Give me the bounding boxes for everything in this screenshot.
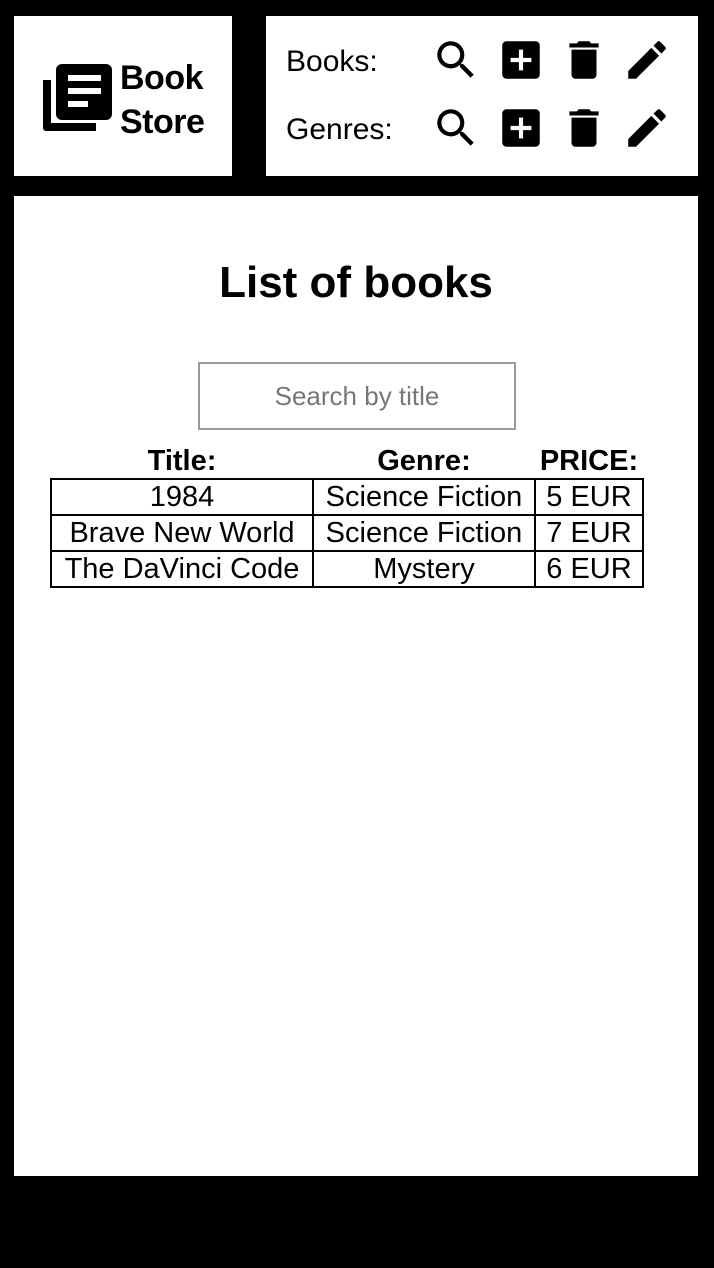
nav-label-books: Books: xyxy=(286,45,378,78)
cell-title: 1984 xyxy=(50,478,314,516)
search-books-icon[interactable] xyxy=(431,35,481,85)
logo-panel[interactable]: Book Store xyxy=(14,16,232,176)
cell-price: 5 EUR xyxy=(534,478,644,516)
app-name-line-2: Store xyxy=(120,103,205,141)
table-row[interactable]: 1984 Science Fiction 5 EUR xyxy=(50,478,644,516)
nav-row-genres: Genres: xyxy=(286,103,696,159)
cell-title: The DaVinci Code xyxy=(50,550,314,588)
delete-book-icon[interactable] xyxy=(559,35,609,85)
column-header-title: Title: xyxy=(147,445,217,477)
search-title-input[interactable] xyxy=(198,362,516,430)
cell-genre: Science Fiction xyxy=(312,478,536,516)
column-header-price: PRICE: xyxy=(539,445,639,477)
add-book-icon[interactable] xyxy=(496,35,546,85)
cell-price: 6 EUR xyxy=(534,550,644,588)
table-row[interactable]: The DaVinci Code Mystery 6 EUR xyxy=(50,550,644,588)
table-row[interactable]: Brave New World Science Fiction 7 EUR xyxy=(50,514,644,552)
page-title: List of books xyxy=(219,258,493,307)
library-books-icon xyxy=(43,64,112,131)
cell-genre: Science Fiction xyxy=(312,514,536,552)
edit-genre-icon[interactable] xyxy=(622,103,672,153)
cell-price: 7 EUR xyxy=(534,514,644,552)
nav-panel: Books: Genres: xyxy=(266,16,698,176)
nav-label-genres: Genres: xyxy=(286,113,393,146)
app-name-line-1: Book xyxy=(120,59,204,97)
nav-row-books: Books: xyxy=(286,35,696,91)
app-name: Book Store xyxy=(120,56,205,144)
main-panel: List of books Title: Genre: PRICE: 1984 … xyxy=(14,196,698,1176)
table-header-row: Title: Genre: PRICE: xyxy=(51,444,643,479)
search-genres-icon[interactable] xyxy=(431,103,481,153)
cell-title: Brave New World xyxy=(50,514,314,552)
column-header-genre: Genre: xyxy=(377,445,471,477)
cell-genre: Mystery xyxy=(312,550,536,588)
delete-genre-icon[interactable] xyxy=(559,103,609,153)
edit-book-icon[interactable] xyxy=(622,35,672,85)
add-genre-icon[interactable] xyxy=(496,103,546,153)
books-table: Title: Genre: PRICE: 1984 Science Fictio… xyxy=(50,444,644,588)
